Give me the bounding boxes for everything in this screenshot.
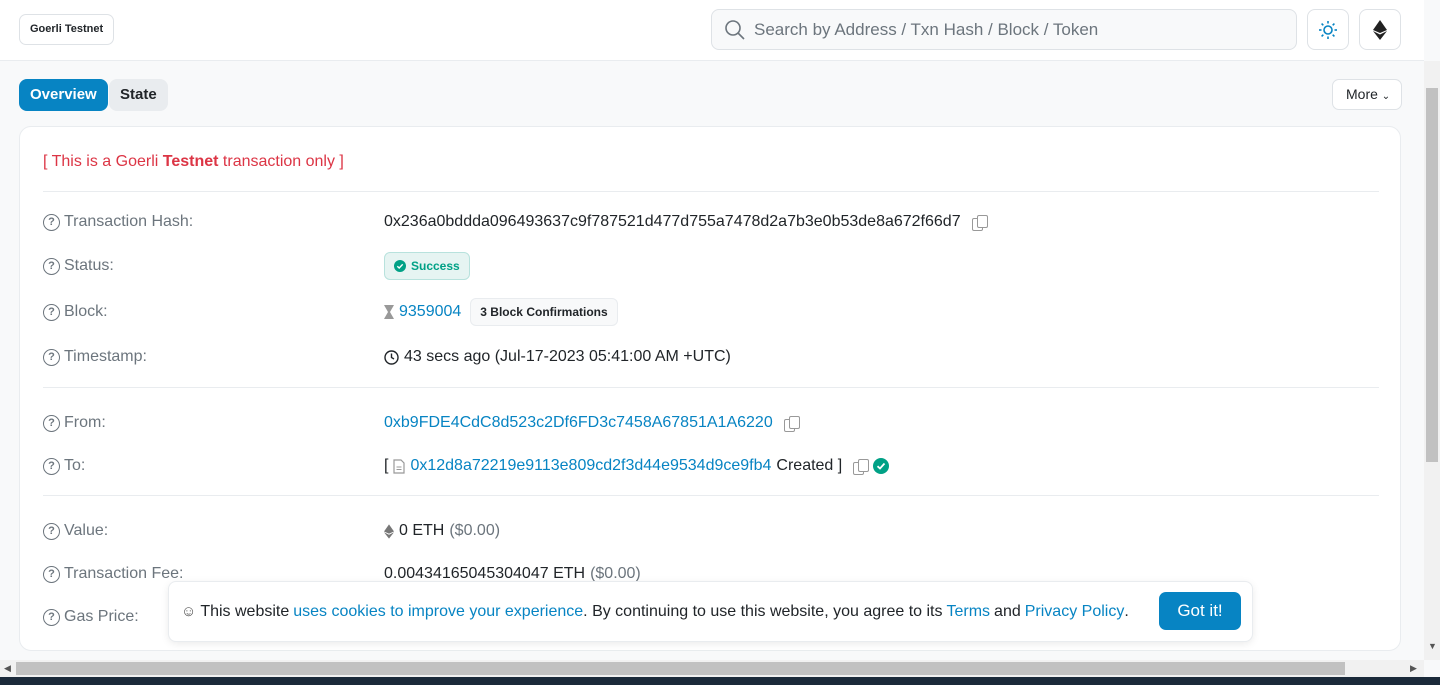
accept-cookies-button[interactable]: Got it! [1159,592,1241,630]
divider [43,495,1379,496]
copy-icon[interactable] [783,415,800,432]
row-transaction-hash: ? Transaction Hash: 0x236a0bddda096493637… [43,210,1379,234]
label: To: [64,457,86,474]
network-switch-button[interactable] [1359,9,1401,50]
contract-file-icon [393,458,406,474]
row-timestamp: ? Timestamp: 43 secs ago (Jul-17-2023 05:… [43,345,1379,369]
transaction-overview-card: [ This is a Goerli Testnet transaction o… [19,126,1401,651]
help-icon[interactable]: ? [43,213,60,231]
header: Goerli Testnet [0,0,1424,61]
scroll-left-icon[interactable]: ◀ [4,663,11,674]
help-icon[interactable]: ? [43,348,60,366]
verified-check-icon [873,458,890,474]
privacy-policy-link[interactable]: Privacy Policy [1025,603,1125,621]
scrollbar-thumb[interactable] [1426,88,1438,462]
ethereum-icon [384,523,394,539]
cookie-banner: ☺ This website uses cookies to improve y… [168,581,1253,642]
from-address-link[interactable]: 0xb9FDE4CdC8d523c2Df6FD3c7458A67851A1A62… [384,414,773,432]
terms-link[interactable]: Terms [946,603,990,621]
more-dropdown[interactable]: More ⌄ [1332,79,1402,110]
copy-icon[interactable] [971,214,988,231]
clock-icon [384,349,399,365]
hourglass-icon [384,305,394,319]
scrollbar-thumb[interactable] [16,662,1345,675]
tab-state[interactable]: State [109,79,168,111]
cookie-text: This website [200,602,290,620]
help-icon[interactable]: ? [43,303,60,321]
help-icon[interactable]: ? [43,414,60,432]
chevron-down-icon: ⌄ [1381,91,1391,102]
label: Block: [64,303,108,320]
cookie-text: . By continuing to use this website, you… [583,602,943,620]
network-badge[interactable]: Goerli Testnet [19,14,115,45]
confirmations-badge: 3 Block Confirmations [470,298,618,326]
help-icon[interactable]: ? [43,457,60,475]
value-usd: ($0.00) [449,522,501,539]
cookie-text: and [994,602,1021,620]
cookie-icon: ☺ [181,603,197,620]
label: Status: [64,257,114,274]
help-icon[interactable]: ? [43,565,60,583]
label: Value: [64,522,109,539]
label: Transaction Fee: [64,565,184,582]
cookie-text: . [1124,602,1129,620]
label: Gas Price: [64,608,139,625]
scroll-right-icon[interactable]: ▶ [1410,663,1417,674]
check-circle-icon [394,260,406,272]
theme-toggle-button[interactable] [1307,9,1349,50]
taskbar [0,677,1440,685]
label: Transaction Hash: [64,213,194,230]
created-label: Created ] [776,457,843,474]
transaction-hash: 0x236a0bddda096493637c9f787521d477d755a7… [384,213,961,230]
status-badge: Success [384,252,470,280]
divider [43,387,1379,388]
row-value: ? Value: 0 ETH ($0.00) [43,519,1379,543]
sun-icon [1319,20,1337,39]
block-link[interactable]: 9359004 [399,303,461,321]
row-status: ? Status: Success [43,252,1379,280]
help-icon[interactable]: ? [43,608,60,626]
label: Timestamp: [64,348,147,365]
timestamp-value: 43 secs ago (Jul-17-2023 05:41:00 AM +UT… [404,348,731,365]
row-to: ? To: [0x12d8a72219e9113e809cd2f3d44e9534… [43,454,1379,478]
row-from: ? From: 0xb9FDE4CdC8d523c2Df6FD3c7458A678… [43,411,1379,435]
testnet-notice: [ This is a Goerli Testnet transaction o… [43,153,344,170]
search-icon [725,19,745,40]
ethereum-icon [1373,19,1387,40]
bracket: [ [384,457,389,474]
to-contract-link[interactable]: 0x12d8a72219e9113e809cd2f3d44e9534d9ce9f… [410,457,771,475]
help-icon[interactable]: ? [43,522,60,540]
more-label: More [1346,86,1378,102]
divider [43,191,1379,192]
value-amount: 0 ETH [399,522,445,539]
search-box[interactable] [711,9,1297,50]
tab-overview[interactable]: Overview [19,79,108,111]
search-input[interactable] [754,19,1274,40]
vertical-scrollbar[interactable]: ▼ [1424,61,1440,660]
row-block: ? Block: 9359004 3 Block Confirmations [43,298,1379,326]
help-icon[interactable]: ? [43,257,60,275]
cookies-link[interactable]: uses cookies to improve your experience [293,603,583,621]
horizontal-scrollbar[interactable]: ◀ ▶ [0,660,1424,677]
copy-icon[interactable] [853,458,870,475]
scroll-down-icon[interactable]: ▼ [1428,641,1437,651]
label: From: [64,414,106,431]
